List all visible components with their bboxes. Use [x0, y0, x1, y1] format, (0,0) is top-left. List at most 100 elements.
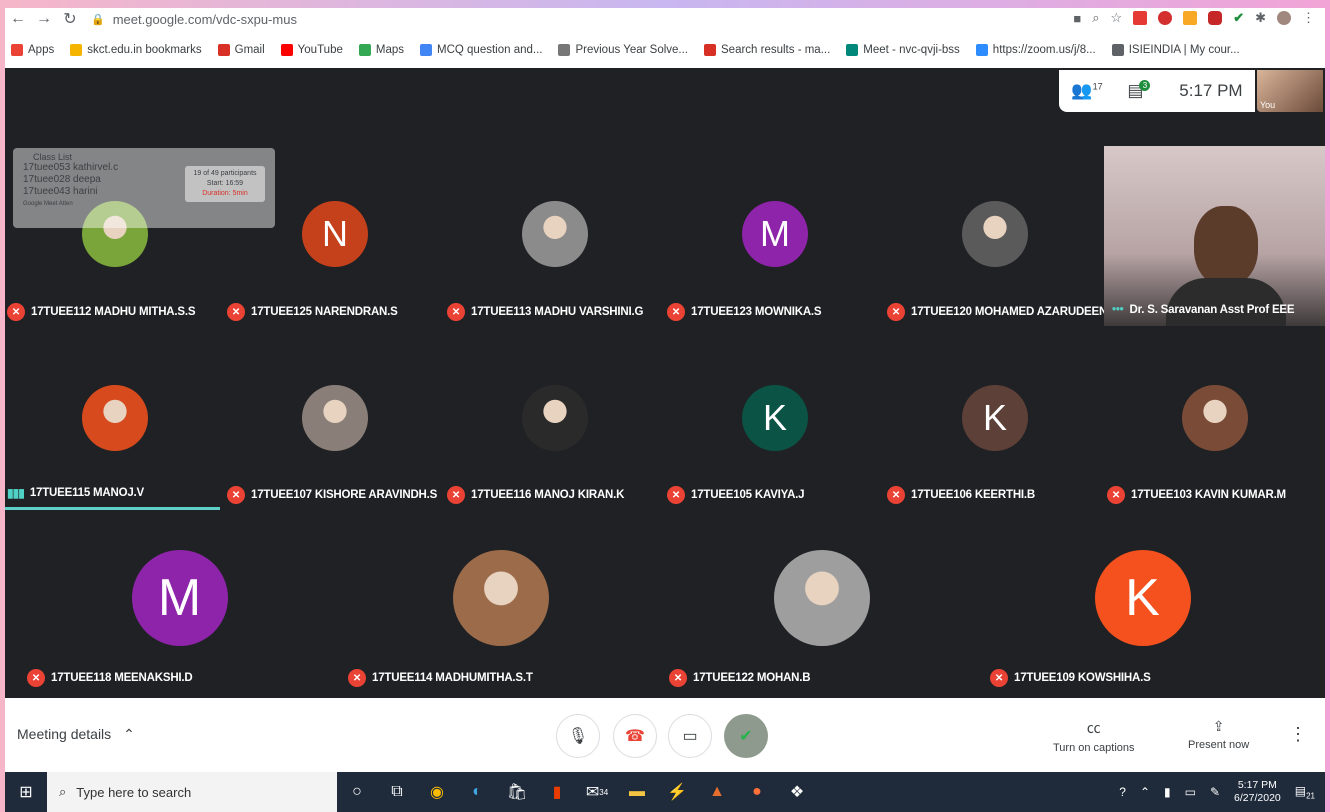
participant-tile[interactable]: ▮▮▮ 17TUEE115 MANOJ.V: [5, 328, 225, 508]
pdf-extension-icon[interactable]: [1133, 11, 1148, 25]
bookmark-item[interactable]: https://zoom.us/j/8...: [975, 44, 1096, 56]
bookmark-item[interactable]: Apps: [11, 44, 54, 56]
captions-button[interactable]: ㏄ Turn on captions: [1053, 718, 1135, 754]
bookmark-label: YouTube: [297, 44, 343, 56]
class-list-widget[interactable]: Class List 17tuee053 kathirvel.c 17tuee0…: [13, 148, 275, 228]
self-video-thumbnail[interactable]: You: [1257, 70, 1323, 112]
participant-name-label: ✕ 17TUEE114 MADHUMITHA.S.T: [348, 669, 533, 687]
more-options-icon[interactable]: ⋮: [1289, 724, 1307, 745]
microphone-tray-icon[interactable]: ▮: [1164, 785, 1171, 799]
back-icon[interactable]: ←: [5, 10, 31, 28]
clock-time: 5:17 PM: [1237, 779, 1277, 791]
matlab-icon[interactable]: ▲: [697, 772, 737, 812]
bookmark-item[interactable]: Previous Year Solve...: [558, 44, 688, 56]
participant-name-label: ✕ 17TUEE125 NARENDRAN.S: [227, 303, 398, 321]
gmail-icon: [704, 44, 716, 56]
teacher-video-tile[interactable]: ••• Dr. S. Saravanan Asst Prof EEE: [1104, 146, 1325, 326]
bookmark-label: Maps: [375, 44, 404, 56]
camera-button[interactable]: ▭: [668, 714, 712, 758]
pen-icon[interactable]: ✎: [1210, 785, 1220, 799]
participant-name-label: ✕ 17TUEE106 KEERTHI.B: [887, 486, 1035, 504]
stat-line: Duration: 5min: [202, 190, 248, 197]
bookmark-label: Search results - ma...: [721, 44, 831, 56]
kebab-menu-icon[interactable]: ⋮: [1302, 10, 1315, 26]
bookmark-label: Previous Year Solve...: [575, 44, 688, 56]
participant-name: 17TUEE112 MADHU MITHA.S.S: [31, 306, 196, 318]
attendance-check-button[interactable]: ✔: [724, 714, 768, 758]
meeting-details-button[interactable]: Meeting details ⌃: [17, 726, 135, 743]
participants-button[interactable]: 👥17: [1071, 81, 1102, 101]
profile-avatar-icon[interactable]: [1277, 11, 1291, 25]
participant-tile[interactable]: ✕ 17TUEE122 MOHAN.B: [661, 513, 982, 698]
gmail-icon: [217, 44, 230, 56]
task-view-icon[interactable]: ⧉: [377, 772, 417, 812]
avatar-letter: K: [962, 385, 1028, 451]
bookmark-item[interactable]: MCQ question and...: [420, 44, 542, 56]
participant-tile[interactable]: ✕ 17TUEE114 MADHUMITHA.S.T: [340, 513, 661, 698]
more-options-icon[interactable]: •••: [1112, 304, 1124, 316]
participant-tile[interactable]: ✕ 17TUEE103 KAVIN KUMAR.M: [1105, 328, 1325, 508]
participant-tile[interactable]: K ✕ 17TUEE109 KOWSHIHA.S: [982, 513, 1303, 698]
bookmark-item[interactable]: skct.edu.in bookmarks: [70, 44, 202, 56]
participant-tile[interactable]: M ✕ 17TUEE118 MEENAKSHI.D: [19, 513, 340, 698]
participant-tile[interactable]: ✕ 17TUEE107 KISHORE ARAVINDH.S: [225, 328, 445, 508]
participant-tile[interactable]: K ✕ 17TUEE105 KAVIYA.J: [665, 328, 885, 508]
chat-button[interactable]: ▤3: [1127, 80, 1154, 101]
lightning-app-icon[interactable]: ⚡: [657, 772, 697, 812]
participant-tile[interactable]: K ✕ 17TUEE106 KEERTHI.B: [885, 328, 1105, 508]
camera-icon[interactable]: ■: [1073, 11, 1081, 26]
participant-name-label: ✕ 17TUEE109 KOWSHIHA.S: [990, 669, 1151, 687]
reload-icon[interactable]: ↻: [57, 9, 83, 29]
extension-icon[interactable]: [1208, 11, 1223, 25]
office-icon[interactable]: ▮: [537, 772, 577, 812]
participant-name: 17TUEE116 MANOJ KIRAN.K: [471, 489, 625, 501]
star-icon[interactable]: ☆: [1111, 10, 1123, 26]
participant-tile[interactable]: ✕ 17TUEE120 MOHAMED AZARUDEEN.S: [885, 146, 1118, 326]
bookmark-item[interactable]: Gmail: [217, 44, 265, 56]
notification-center-icon[interactable]: ▤21: [1295, 784, 1315, 800]
participant-name-label: ✕ 17TUEE107 KISHORE ARAVINDH.S: [227, 486, 437, 504]
participant-tile[interactable]: ✕ 17TUEE113 MADHU VARSHINI.G: [445, 146, 665, 326]
mic-muted-icon: ✕: [447, 303, 465, 321]
extension-icon[interactable]: [1158, 11, 1173, 25]
taskbar-search[interactable]: ⌕ Type here to search: [47, 772, 337, 812]
leave-call-button[interactable]: ☎: [613, 714, 657, 758]
hang-up-icon: ☎: [625, 728, 645, 745]
chat-badge: 3: [1139, 80, 1151, 91]
forward-icon[interactable]: →: [31, 10, 57, 28]
participant-tile[interactable]: ✕ 17TUEE116 MANOJ KIRAN.K: [445, 328, 665, 508]
bookmark-item[interactable]: ISIEINDIA | My cour...: [1111, 44, 1240, 56]
participant-name: 17TUEE123 MOWNIKA.S: [691, 306, 822, 318]
meet-control-bar: Meeting details ⌃ 🎙 ☎ ▭ ✔ ㏄ Turn on capt…: [5, 698, 1325, 772]
windows-start-icon[interactable]: ⊞: [5, 772, 47, 812]
zoom-icon[interactable]: ⌕: [1092, 10, 1099, 26]
participant-tile[interactable]: M ✕ 17TUEE123 MOWNIKA.S: [665, 146, 885, 326]
tray-chevron-icon[interactable]: ⌃: [1140, 785, 1150, 799]
avatar-letter: M: [131, 550, 228, 646]
firefox-icon[interactable]: ●: [737, 772, 777, 812]
extension-icon[interactable]: [1183, 11, 1198, 25]
mail-icon[interactable]: ✉ 34: [577, 772, 617, 812]
puzzle-extensions-icon[interactable]: ✱: [1255, 10, 1266, 26]
cortana-icon[interactable]: ○: [337, 772, 377, 812]
address-bar[interactable]: 🔒 meet.google.com/vdc-sxpu-mus: [91, 9, 1001, 29]
present-now-button[interactable]: ⇪ Present now: [1188, 718, 1249, 751]
bookmark-item[interactable]: Meet - nvc-qvji-bss: [846, 44, 960, 56]
dropbox-icon[interactable]: ❖: [777, 772, 817, 812]
store-icon[interactable]: 🛍: [497, 772, 537, 812]
bookmark-item[interactable]: Maps: [358, 44, 404, 56]
microphone-button[interactable]: 🎙: [556, 714, 600, 758]
chrome-icon[interactable]: ◉: [417, 772, 457, 812]
bookmark-label: MCQ question and...: [437, 44, 543, 56]
taskbar-clock[interactable]: 5:17 PM 6/27/2020: [1234, 779, 1281, 805]
bookmark-item[interactable]: YouTube: [280, 44, 343, 56]
avatar-photo: [773, 550, 870, 646]
check-extension-icon[interactable]: ✔: [1233, 10, 1244, 26]
help-icon[interactable]: ?: [1119, 785, 1126, 799]
mic-muted-icon: ✕: [667, 303, 685, 321]
edge-icon[interactable]: ◐: [457, 772, 497, 812]
bookmark-item[interactable]: Search results - ma...: [704, 44, 830, 56]
file-explorer-icon[interactable]: ▬: [617, 772, 657, 812]
avatar-letter: M: [742, 201, 808, 267]
battery-icon[interactable]: ▭: [1185, 785, 1196, 799]
